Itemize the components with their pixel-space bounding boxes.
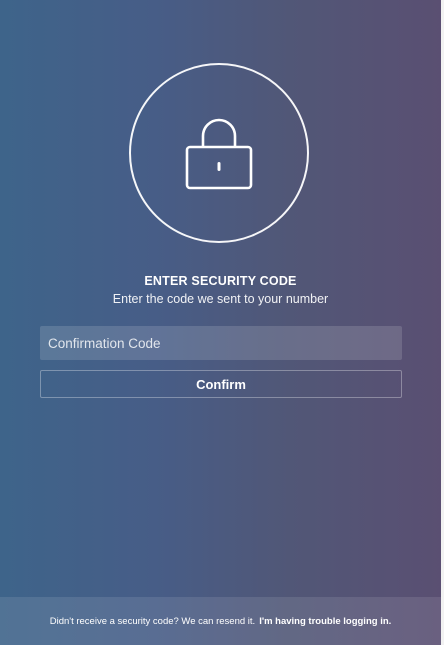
lock-badge	[129, 63, 309, 243]
page-title: ENTER SECURITY CODE	[144, 274, 297, 288]
footer-bar: Didn't receive a security code? We can r…	[0, 597, 441, 645]
confirm-button[interactable]: Confirm	[40, 370, 402, 398]
lock-icon	[185, 118, 253, 190]
page-subtitle: Enter the code we sent to your number	[112, 292, 329, 306]
confirmation-code-input[interactable]	[40, 326, 402, 360]
resend-message: Didn't receive a security code? We can r…	[49, 615, 256, 627]
security-code-screen: ENTER SECURITY CODE Enter the code we se…	[0, 0, 444, 645]
trouble-logging-in-link[interactable]: I'm having trouble logging in.	[259, 616, 391, 627]
